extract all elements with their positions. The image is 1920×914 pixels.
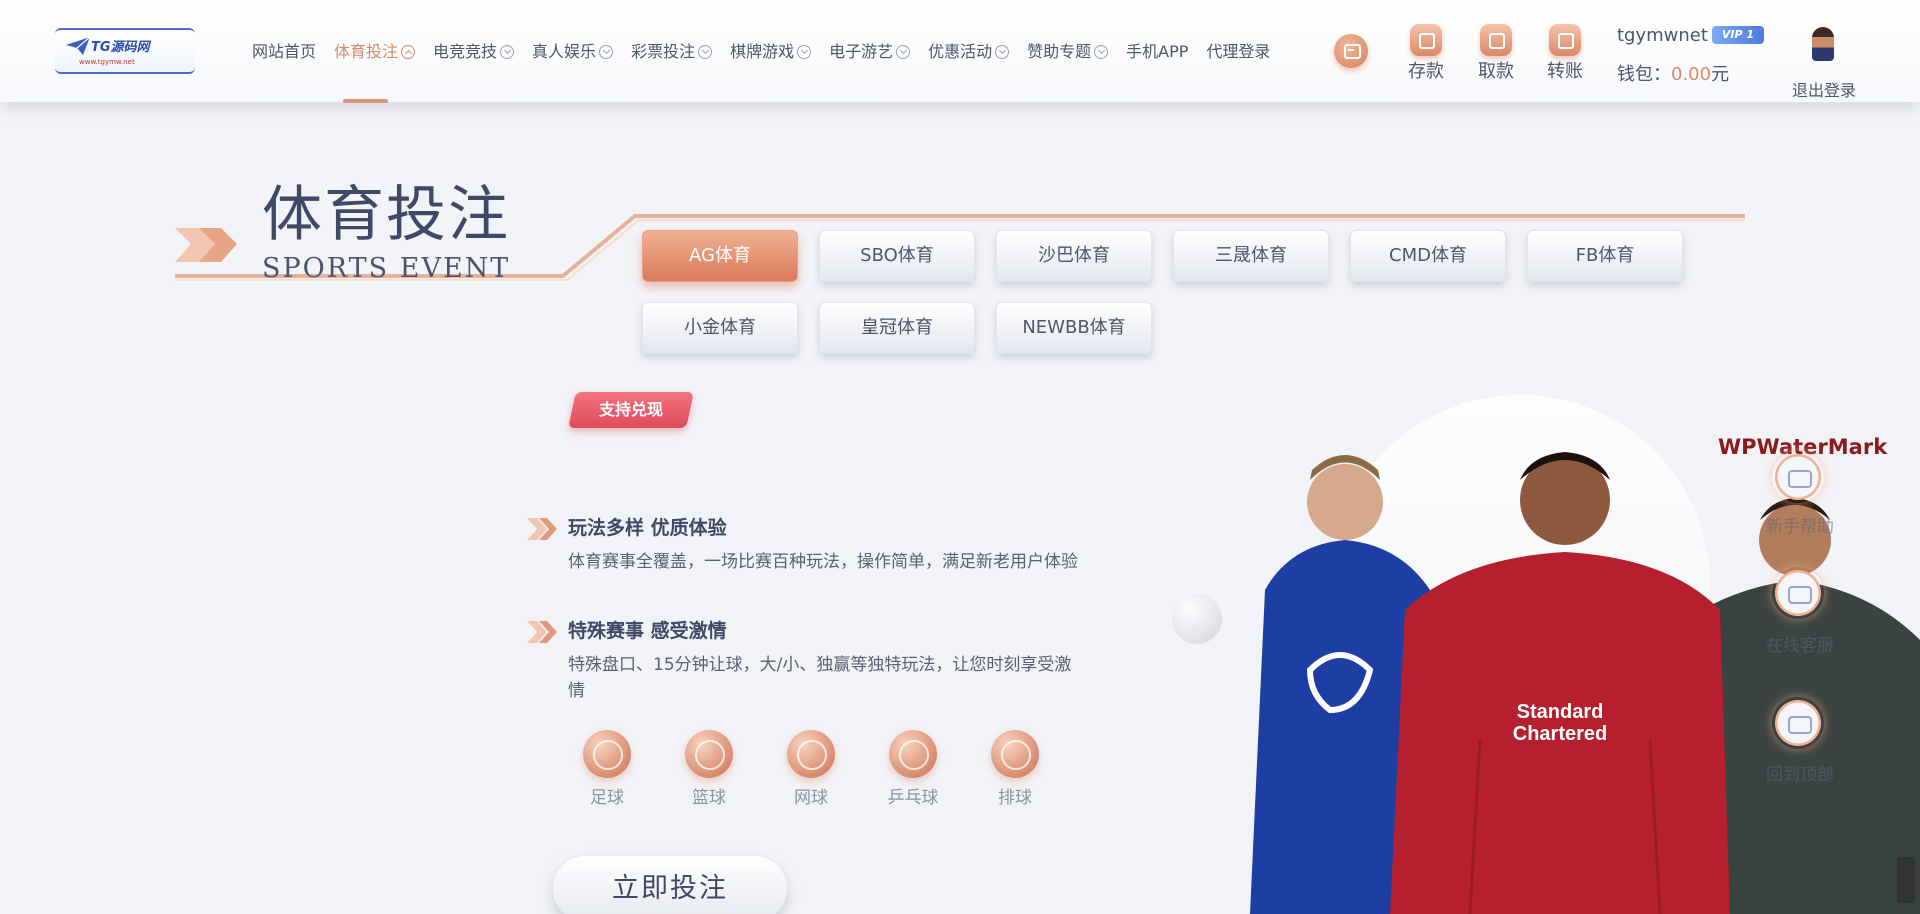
sport-item-basketball[interactable]: 篮球	[658, 730, 760, 808]
nav-live-casino[interactable]: 真人娱乐	[532, 41, 614, 63]
transfer-button[interactable]: 转账	[1540, 24, 1590, 83]
sport-item-volleyball[interactable]: 排球	[964, 730, 1066, 808]
back-to-top-label[interactable]: 回到顶部	[1760, 760, 1840, 785]
paper-plane-icon	[66, 36, 91, 55]
logo-text: TG源码网	[91, 40, 150, 55]
sport-item-tennis[interactable]: 网球	[760, 730, 862, 808]
soccer-ball-icon	[583, 730, 631, 778]
wallet-unit: 元	[1711, 64, 1730, 85]
wallet-label: 钱包：	[1617, 64, 1671, 85]
avatar[interactable]	[1812, 27, 1834, 61]
section-title: 体育投注	[262, 180, 510, 250]
decorative-ball	[1172, 594, 1222, 644]
tab-fb-sports[interactable]: FB体育	[1527, 230, 1683, 282]
sport-label: 篮球	[692, 788, 726, 808]
nav-slots[interactable]: 电子游艺	[829, 41, 911, 63]
feature-title: 玩法多样 优质体验	[568, 517, 727, 539]
transfer-icon	[1549, 24, 1581, 56]
logout-link[interactable]: 退出登录	[1792, 77, 1856, 101]
volleyball-icon	[991, 730, 1039, 778]
tab-sansheng-sports[interactable]: 三晟体育	[1173, 230, 1329, 282]
headset-icon[interactable]	[1772, 567, 1824, 619]
chevron-down-icon	[896, 45, 911, 59]
nav-mobile-app[interactable]: 手机APP	[1126, 41, 1188, 63]
feature-title: 特殊赛事 感受激情	[568, 620, 727, 642]
feature-description: 特殊盘口、15分钟让球，大/小、独赢等独特玩法，让您时刻享受激情	[568, 655, 1072, 701]
help-label[interactable]: 新手帮助	[1760, 512, 1840, 537]
sport-label: 排球	[998, 788, 1032, 808]
sport-item-ping-pong[interactable]: 乒乓球	[862, 730, 964, 808]
sport-icons-row: 足球 篮球 网球 乒乓球 排球	[556, 730, 1066, 808]
nav-home[interactable]: 网站首页	[252, 41, 316, 63]
username: tgymwnet	[1617, 25, 1708, 46]
svg-text:Chartered: Chartered	[1513, 723, 1607, 745]
sport-label: 网球	[794, 788, 828, 808]
tab-xiaojin-sports[interactable]: 小金体育	[642, 302, 798, 354]
main-nav: 网站首页 体育投注 电竞竞技 真人娱乐 彩票投注 棋牌游戏 电子游艺 优惠活动 …	[252, 41, 1288, 63]
service-label[interactable]: 在线客服	[1760, 631, 1840, 656]
ping-pong-icon	[889, 730, 937, 778]
nav-promotions[interactable]: 优惠活动	[928, 41, 1010, 63]
section-subtitle: SPORTS EVENT	[262, 253, 511, 284]
chevron-down-icon	[698, 45, 713, 59]
nav-sponsorship[interactable]: 赞助专题	[1027, 41, 1109, 63]
tab-sbo-sports[interactable]: SBO体育	[819, 230, 975, 282]
coin-icon	[1480, 24, 1512, 56]
withdraw-button[interactable]: 取款	[1471, 24, 1521, 83]
arrow-up-icon[interactable]	[1772, 697, 1824, 749]
chevron-down-icon	[1094, 45, 1109, 59]
nav-sports[interactable]: 体育投注	[334, 41, 416, 63]
cashout-badge: 支持兑现	[598, 400, 663, 419]
bet-now-button[interactable]: 立即投注	[553, 856, 787, 914]
tab-newbb-sports[interactable]: NEWBB体育	[996, 302, 1152, 354]
tennis-ball-icon	[787, 730, 835, 778]
nav-card-games[interactable]: 棋牌游戏	[730, 41, 812, 63]
chevron-down-icon	[995, 45, 1010, 59]
chevron-down-icon	[500, 45, 515, 59]
nav-lottery[interactable]: 彩票投注	[631, 41, 713, 63]
vip-badge: VIP 1	[1712, 26, 1764, 44]
sport-label: 乒乓球	[887, 788, 939, 808]
basketball-icon	[685, 730, 733, 778]
wallet-balance: 钱包：0.00元	[1617, 60, 1729, 86]
active-nav-indicator	[343, 99, 388, 103]
logo-url: www.tgymw.net	[79, 58, 135, 66]
top-header: TG源码网 www.tgymw.net 网站首页 体育投注 电竞竞技 真人娱乐 …	[0, 0, 1920, 103]
scrollbar-thumb[interactable]	[1897, 857, 1915, 903]
transfer-label: 转账	[1547, 61, 1583, 82]
withdraw-label: 取款	[1478, 61, 1514, 82]
help-icon[interactable]	[1772, 451, 1824, 503]
double-chevron-icon	[527, 518, 557, 540]
chevron-down-icon	[599, 45, 614, 59]
tab-crown-sports[interactable]: 皇冠体育	[819, 302, 975, 354]
wallet-amount: 0.00	[1671, 64, 1712, 85]
deposit-label: 存款	[1408, 61, 1444, 82]
deposit-button[interactable]: 存款	[1401, 24, 1451, 83]
svg-text:Standard: Standard	[1517, 701, 1604, 723]
chevron-up-icon	[401, 45, 416, 59]
sport-label: 足球	[590, 788, 624, 808]
chevron-down-icon	[797, 45, 812, 59]
nav-esports[interactable]: 电竞竞技	[433, 41, 515, 63]
feature-description: 体育赛事全覆盖，一场比赛百种玩法，操作简单，满足新老用户体验	[568, 552, 1078, 572]
sport-item-soccer[interactable]: 足球	[556, 730, 658, 808]
wallet-icon	[1410, 24, 1442, 56]
message-icon[interactable]	[1334, 34, 1368, 68]
nav-agent-login[interactable]: 代理登录	[1206, 41, 1270, 63]
tab-ag-sports[interactable]: AG体育	[642, 230, 798, 282]
site-logo[interactable]: TG源码网 www.tgymw.net	[55, 28, 195, 74]
tab-saba-sports[interactable]: 沙巴体育	[996, 230, 1152, 282]
tab-cmd-sports[interactable]: CMD体育	[1350, 230, 1506, 282]
double-chevron-icon	[527, 621, 557, 643]
